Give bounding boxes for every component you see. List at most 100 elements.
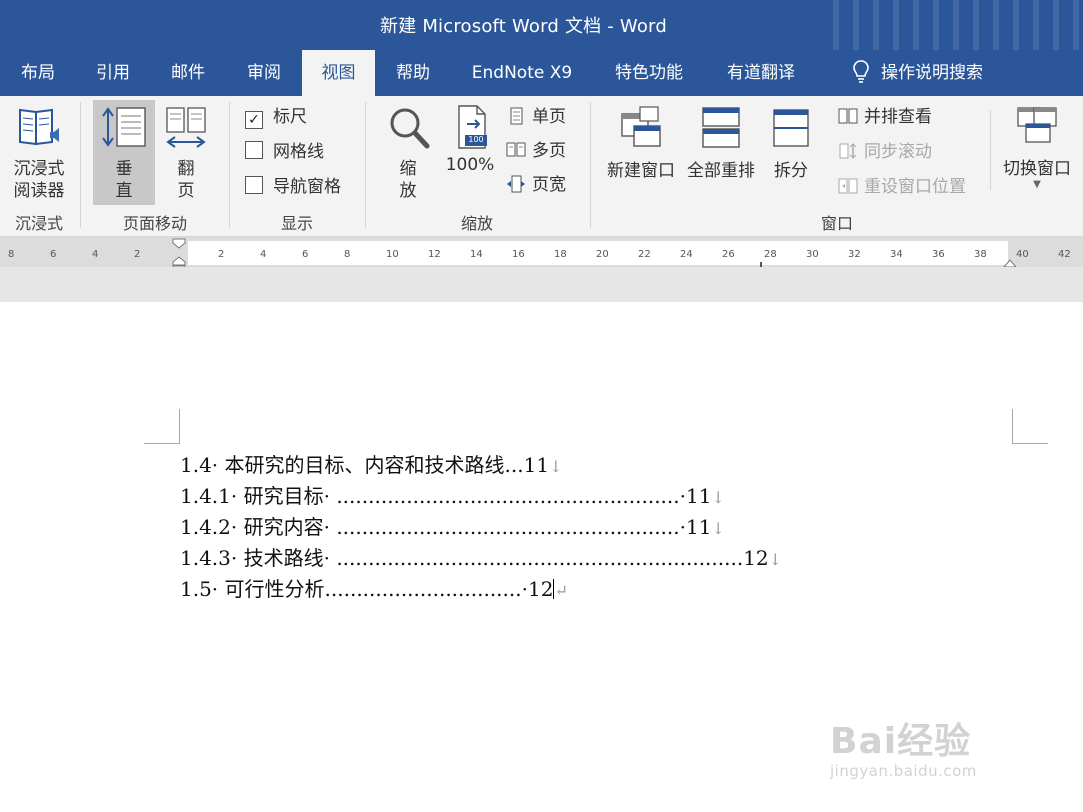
synchronous-scrolling-button[interactable]: 同步滚动 [838, 139, 932, 165]
ruler-tick-label: 8 [8, 249, 15, 260]
ruler-tick-label: 4 [92, 249, 99, 260]
paragraph-mark: ↵ [554, 581, 568, 600]
multiple-pages-button[interactable]: 多页 [506, 138, 566, 164]
one-page-button[interactable]: 单页 [506, 104, 566, 130]
ribbon: 沉浸式 阅读器 沉浸式 垂 直 翻 页 页面移动 ✓ 标尺 网格线 导航窗格 显… [0, 96, 1083, 237]
gridlines-checkbox[interactable]: 网格线 [245, 139, 324, 165]
view-side-by-side-button[interactable]: 并排查看 [838, 104, 932, 130]
toc-title: 研究内容· [243, 515, 330, 539]
zoom-100-badge: 100 [468, 135, 484, 144]
toc-entry[interactable]: 1.4.1· 研究目标· ...........................… [180, 480, 725, 509]
one-page-icon [510, 107, 523, 125]
toc-entry[interactable]: 1.4· 本研究的目标、内容和技术路线...11↓ [180, 449, 562, 478]
new-window-icon [621, 106, 661, 147]
arrange-all-button[interactable]: 全部重排 [682, 104, 760, 194]
ruler-checkbox[interactable]: ✓ 标尺 [245, 104, 307, 130]
zoom-100-button[interactable]: 100 100% [440, 102, 500, 192]
toc-page-number: ·12 [521, 577, 554, 601]
margin-corner-top-left [144, 409, 180, 444]
tell-me-search[interactable]: 操作说明搜索 [832, 50, 1002, 96]
page-width-button[interactable]: 页宽 [506, 172, 566, 198]
toc-number: 1.4· [180, 453, 219, 477]
toc-page-number: ·11 [679, 515, 712, 539]
title-bar-decoration [833, 0, 1083, 50]
line-break-mark: ↓ [711, 488, 725, 507]
arrange-all-icon [702, 107, 740, 148]
tab-layout[interactable]: 布局 [0, 50, 76, 96]
tab-endnote[interactable]: EndNote X9 [451, 50, 593, 96]
margin-corner-top-right [1012, 409, 1048, 444]
ruler-tick-label: 16 [512, 249, 525, 260]
toc-page-number: 12 [743, 546, 769, 570]
multiple-pages-icon [506, 142, 526, 157]
toc-leader: ........................................… [336, 484, 680, 508]
tab-references[interactable]: 引用 [76, 50, 150, 96]
ruler-tick-label: 4 [260, 249, 267, 260]
split-label: 拆分 [774, 161, 808, 181]
group-separator [80, 102, 81, 228]
lightbulb-icon [853, 60, 869, 83]
toc-title: 研究目标· [243, 484, 330, 508]
window-title: 新建 Microsoft Word 文档 - Word [380, 16, 667, 37]
split-button[interactable]: 拆分 [764, 104, 818, 194]
toc-page-number: 11 [523, 453, 550, 477]
reset-window-position-button[interactable]: 重设窗口位置 [838, 174, 966, 200]
group-label-zoom: 缩放 [460, 214, 493, 233]
line-break-mark: ↓ [711, 519, 725, 538]
zoom-label: 缩 放 [399, 159, 417, 201]
toc-entry[interactable]: 1.4.2· 研究内容· ...........................… [180, 511, 725, 540]
ruler-tick-label: 30 [806, 249, 819, 260]
zoom-button[interactable]: 缩 放 [382, 104, 434, 204]
ruler-tick-label: 28 [764, 249, 777, 260]
flip-label: 翻 页 [177, 159, 195, 201]
immersive-reader-button[interactable]: 沉浸式 阅读器 [4, 104, 74, 204]
ruler-tick-label: 6 [50, 249, 57, 260]
ruler-tick-label: 36 [932, 249, 945, 260]
split-icon [773, 109, 809, 147]
switch-windows-label: 切换窗口 [1003, 159, 1071, 179]
group-label-immersive: 沉浸式 [14, 214, 63, 233]
ruler-check-mark: ✓ [245, 111, 263, 129]
group-label-show: 显示 [280, 214, 313, 233]
toc-number: 1.4.1· [180, 484, 238, 508]
toc-leader: ........................................… [336, 546, 744, 570]
reset-window-icon [838, 178, 858, 194]
toc-entry[interactable]: 1.5· 可行性分析..............................… [180, 573, 568, 602]
tab-help[interactable]: 帮助 [375, 50, 451, 96]
new-window-button[interactable]: 新建窗口 [600, 104, 682, 194]
sync-scroll-icon [839, 143, 857, 159]
toc-entry[interactable]: 1.4.3· 技术路线· ...........................… [180, 542, 782, 571]
navigation-pane-checkbox[interactable]: 导航窗格 [245, 174, 341, 200]
title-bar: 新建 Microsoft Word 文档 - Word [0, 0, 1083, 50]
gridlines-check-box [245, 141, 263, 159]
tab-review[interactable]: 审阅 [226, 50, 302, 96]
zoom-100-label: 100% [445, 155, 495, 175]
group-label-window: 窗口 [820, 214, 853, 233]
page-flip-icon [166, 107, 206, 148]
vertical-scroll-icon [102, 107, 146, 147]
ruler-tick-label: 12 [428, 249, 441, 260]
tab-special-features[interactable]: 特色功能 [593, 50, 705, 96]
tab-mailings[interactable]: 邮件 [150, 50, 226, 96]
line-break-mark: ↓ [768, 550, 783, 569]
ruler-tick-label: 10 [386, 249, 399, 260]
vertical-label: 垂 直 [115, 159, 133, 201]
vertical-page-movement-button[interactable]: 垂 直 [93, 100, 155, 205]
toc-number: 1.5· [180, 577, 219, 601]
watermark-url: jingyan.baidu.com [830, 762, 977, 780]
toc-title: 本研究的目标、内容和技术路线 [224, 453, 505, 477]
tell-me-label: 操作说明搜索 [881, 63, 983, 83]
tab-youdao-translate[interactable]: 有道翻译 [705, 50, 817, 96]
group-separator [590, 102, 591, 228]
navigation-pane-label: 导航窗格 [273, 177, 341, 197]
side-to-side-page-movement-button[interactable]: 翻 页 [158, 100, 214, 205]
toc-page-number: ·11 [679, 484, 712, 508]
tab-view[interactable]: 视图 [302, 50, 375, 96]
ruler-tick-label: 24 [680, 249, 693, 260]
side-by-side-icon [838, 108, 858, 124]
switch-windows-button[interactable]: 切换窗口 ▼ [996, 104, 1078, 204]
ruler-tick-label: 14 [470, 249, 483, 260]
toc-number: 1.4.3· [180, 546, 238, 570]
ruler-tick-label: 6 [302, 249, 309, 260]
toc-leader: ........................................… [336, 515, 680, 539]
